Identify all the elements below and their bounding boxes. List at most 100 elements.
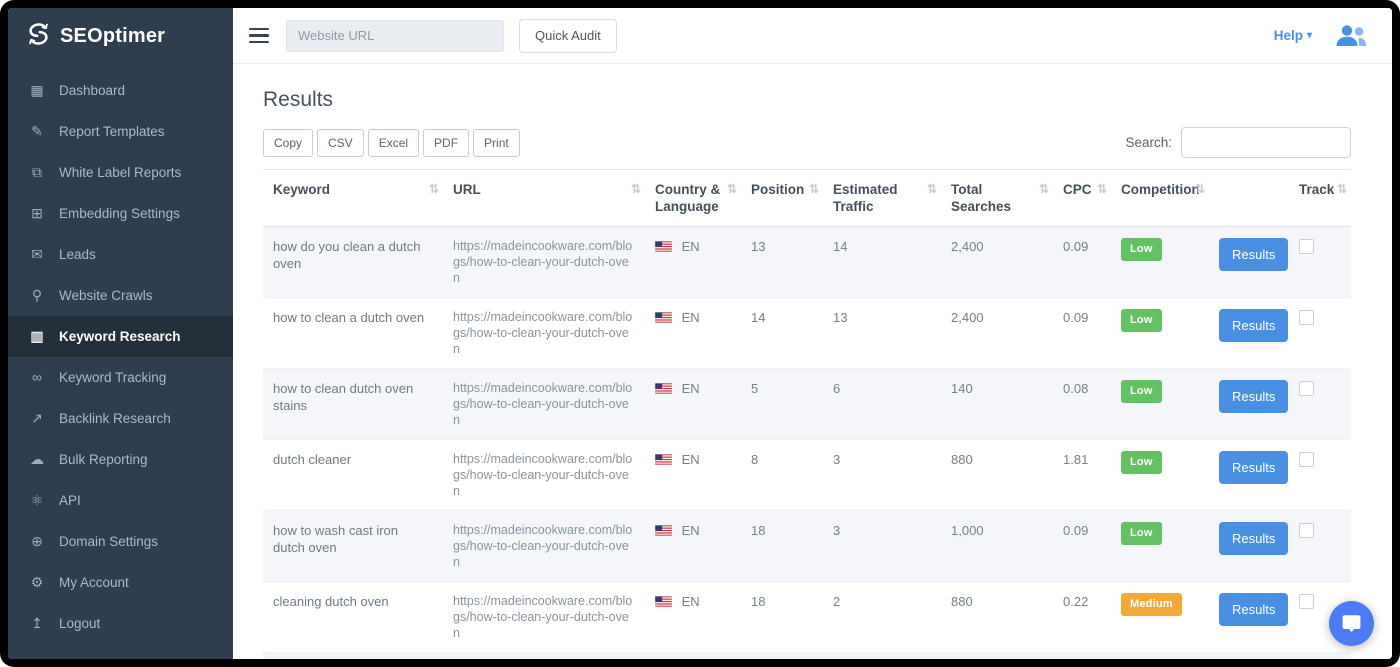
sort-icon[interactable]: ⇅ (727, 181, 737, 198)
url-cell: https://madeincookware.com/blogs/how-to-… (443, 369, 645, 440)
domain-settings-icon: ⊕ (28, 533, 46, 550)
keyword-cell: how to clean a le creuset (263, 653, 443, 660)
us-flag-icon (655, 596, 672, 607)
column-header-country-language[interactable]: Country & Language⇅ (645, 170, 741, 227)
sidebar-item-website-crawls[interactable]: ⚲Website Crawls (8, 275, 233, 316)
competition-cell: Low (1111, 369, 1209, 440)
backlink-research-icon: ↗ (28, 410, 46, 427)
country-language-cell: EN (645, 653, 741, 660)
sort-icon[interactable]: ⇅ (1039, 181, 1049, 198)
sidebar-item-keyword-tracking[interactable]: ∞Keyword Tracking (8, 357, 233, 398)
url-text: https://madeincookware.com/blogs/how-to-… (453, 593, 635, 641)
results-button[interactable]: Results (1219, 238, 1288, 271)
cpc-value: 0.09 (1063, 239, 1088, 254)
column-header-total-searches[interactable]: Total Searches ⇅ (941, 170, 1053, 227)
sort-icon[interactable]: ⇅ (1195, 181, 1205, 198)
column-header-competition[interactable]: Competition⇅ (1111, 170, 1209, 227)
chat-widget-button[interactable] (1329, 601, 1374, 646)
leads-icon: ✉ (28, 246, 46, 263)
results-button[interactable]: Results (1219, 451, 1288, 484)
url-text: https://madeincookware.com/blogs/how-to-… (453, 451, 635, 499)
user-account-icon[interactable] (1334, 23, 1368, 48)
track-checkbox[interactable] (1299, 381, 1314, 396)
language-code: EN (682, 594, 700, 609)
search-input[interactable] (1181, 127, 1351, 158)
export-buttons: CopyCSVExcelPDFPrint (263, 129, 520, 157)
track-checkbox[interactable] (1299, 310, 1314, 325)
competition-badge: Low (1121, 309, 1162, 332)
searches-value: 880 (951, 594, 973, 609)
screenshot-frame: SEOptimer ▦Dashboard✎Report Templates⧉Wh… (0, 0, 1400, 667)
sidebar-item-dashboard[interactable]: ▦Dashboard (8, 70, 233, 111)
pdf-export-button[interactable]: PDF (423, 129, 469, 157)
country-language-cell: EN (645, 440, 741, 511)
keyword-tracking-icon: ∞ (28, 369, 46, 386)
column-header-estimated-traffic[interactable]: Estimated Traffic⇅ (823, 170, 941, 227)
sidebar-item-leads[interactable]: ✉Leads (8, 234, 233, 275)
sort-icon[interactable]: ⇅ (1097, 181, 1107, 198)
competition-cell: Low (1111, 440, 1209, 511)
copy-export-button[interactable]: Copy (263, 129, 313, 157)
csv-export-button[interactable]: CSV (317, 129, 364, 157)
column-label: Total Searches (951, 182, 1011, 214)
sidebar-item-domain-settings[interactable]: ⊕Domain Settings (8, 521, 233, 562)
estimated-traffic-cell: 2 (823, 582, 941, 653)
sort-icon[interactable]: ⇅ (809, 181, 819, 198)
sidebar-item-report-templates[interactable]: ✎Report Templates (8, 111, 233, 152)
cpc-cell: 1.81 (1053, 440, 1111, 511)
sort-icon[interactable]: ⇅ (631, 181, 641, 198)
results-button[interactable]: Results (1219, 522, 1288, 555)
column-header-position[interactable]: Position⇅ (741, 170, 823, 227)
sidebar-item-backlink-research[interactable]: ↗Backlink Research (8, 398, 233, 439)
keyword-text: how to clean dutch oven stains (273, 381, 413, 413)
sidebar-item-label: White Label Reports (59, 164, 181, 181)
sidebar-item-my-account[interactable]: ⚙My Account (8, 562, 233, 603)
sidebar-item-label: Bulk Reporting (59, 451, 148, 468)
help-menu[interactable]: Help ▾ (1274, 28, 1312, 43)
table-row: how to wash cast iron dutch oven https:/… (263, 511, 1351, 582)
track-checkbox[interactable] (1299, 239, 1314, 254)
column-header-keyword[interactable]: Keyword⇅ (263, 170, 443, 227)
column-header-actions (1209, 170, 1289, 227)
results-button[interactable]: Results (1219, 593, 1288, 626)
brand-name: SEOptimer (60, 25, 165, 48)
total-searches-cell: 2,400 (941, 298, 1053, 369)
track-checkbox[interactable] (1299, 452, 1314, 467)
sort-icon[interactable]: ⇅ (429, 181, 439, 198)
track-checkbox[interactable] (1299, 523, 1314, 538)
sidebar-item-keyword-research[interactable]: ▥Keyword Research (8, 316, 233, 357)
results-button[interactable]: Results (1219, 309, 1288, 342)
excel-export-button[interactable]: Excel (368, 129, 419, 157)
hamburger-icon[interactable] (249, 28, 271, 44)
position-cell: 8 (741, 440, 823, 511)
sort-icon[interactable]: ⇅ (1337, 181, 1347, 198)
sidebar-item-embedding-settings[interactable]: ⊞Embedding Settings (8, 193, 233, 234)
seoptimer-logo-icon (26, 21, 51, 52)
sidebar-item-label: My Account (59, 574, 129, 591)
brand-logo[interactable]: SEOptimer (8, 8, 233, 64)
website-url-input[interactable] (286, 20, 504, 52)
table-header-row: Keyword⇅URL⇅Country & Language⇅Position⇅… (263, 170, 1351, 227)
column-header-cpc[interactable]: CPC⇅ (1053, 170, 1111, 227)
sidebar-item-logout[interactable]: ↥Logout (8, 603, 233, 644)
estimated-traffic-cell: 6 (823, 369, 941, 440)
position-value: 13 (751, 239, 765, 254)
cpc-cell: 0.09 (1053, 298, 1111, 369)
cpc-cell: 0.09 (1053, 511, 1111, 582)
action-cell: Results (1209, 582, 1289, 653)
cpc-cell: 0.17 (1053, 653, 1111, 660)
track-checkbox[interactable] (1299, 594, 1314, 609)
sidebar-item-white-label-reports[interactable]: ⧉White Label Reports (8, 152, 233, 193)
column-header-url[interactable]: URL⇅ (443, 170, 645, 227)
track-cell (1289, 298, 1351, 369)
quick-audit-button[interactable]: Quick Audit (519, 19, 617, 53)
results-button[interactable]: Results (1219, 380, 1288, 413)
column-header-track[interactable]: Track⇅ (1289, 170, 1351, 227)
action-cell: Results (1209, 298, 1289, 369)
sidebar-item-api[interactable]: ⚛API (8, 480, 233, 521)
sidebar-item-bulk-reporting[interactable]: ☁Bulk Reporting (8, 439, 233, 480)
table-row: how to clean a le creuset https://madein… (263, 653, 1351, 660)
sort-icon[interactable]: ⇅ (927, 181, 937, 198)
language-code: EN (682, 381, 700, 396)
print-export-button[interactable]: Print (473, 129, 520, 157)
